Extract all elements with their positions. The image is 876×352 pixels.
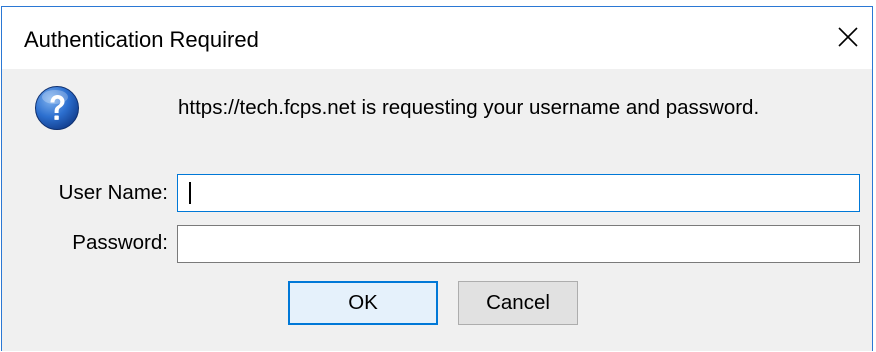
request-message: https://tech.fcps.net is requesting your… — [178, 96, 760, 119]
dialog-titlebar[interactable]: Authentication Required — [2, 7, 872, 69]
question-icon — [35, 86, 79, 130]
close-button[interactable] — [830, 19, 866, 55]
username-label: User Name: — [58, 181, 168, 204]
close-icon — [838, 27, 858, 47]
ok-button[interactable]: OK — [288, 281, 438, 325]
cancel-button[interactable]: Cancel — [458, 281, 578, 325]
authentication-dialog: Authentication Required https://tech.fcp… — [1, 6, 873, 351]
dialog-title: Authentication Required — [24, 27, 259, 52]
password-label: Password: — [72, 231, 168, 254]
username-input[interactable] — [177, 174, 860, 212]
password-input[interactable] — [177, 225, 860, 263]
page: Authentication Required https://tech.fcp… — [0, 0, 876, 352]
dialog-content: https://tech.fcps.net is requesting your… — [2, 69, 872, 351]
